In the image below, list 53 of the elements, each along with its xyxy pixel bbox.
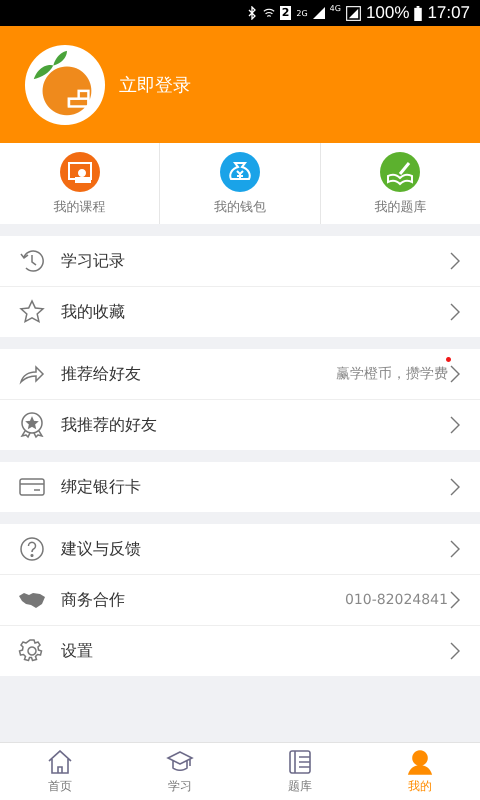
menu-item[interactable]: 我的收藏 — [0, 287, 480, 337]
menu-item[interactable]: 我推荐的好友 — [0, 400, 480, 450]
battery-percent: 100% — [366, 3, 410, 23]
star-icon — [18, 298, 46, 326]
shortcut-tile[interactable]: 我的钱包 — [160, 143, 321, 224]
menu-item[interactable]: 设置 — [0, 626, 480, 676]
medal-icon — [18, 411, 46, 439]
menu-label: 我推荐的好友 — [61, 414, 158, 436]
screen-icon — [60, 152, 100, 192]
menu-detail: 赢学橙币，攒学费 — [336, 365, 448, 383]
bluetooth-icon — [246, 6, 258, 20]
menu-detail: 010-82024841 — [344, 592, 448, 608]
fruit-logo-icon[interactable] — [24, 44, 106, 126]
network-label: 2G — [296, 8, 308, 18]
sim-indicator: 2 — [280, 6, 292, 20]
menu-item[interactable]: 商务合作 010-82024841 — [0, 575, 480, 626]
menu-label: 商务合作 — [61, 590, 126, 610]
person-icon — [406, 748, 434, 776]
menu-item[interactable]: 学习记录 — [0, 236, 480, 287]
chevron-right-icon — [450, 416, 460, 434]
menu-label: 设置 — [61, 640, 94, 662]
chevron-right-icon — [450, 252, 460, 270]
clock: 17:07 — [427, 3, 470, 23]
menu-label: 建议与反馈 — [61, 538, 142, 560]
menu-item[interactable]: 推荐给好友 赢学橙币，攒学费 — [0, 349, 480, 400]
chevron-right-icon — [450, 478, 460, 496]
wifi-icon — [262, 6, 275, 20]
book-pen-icon — [380, 152, 420, 192]
shortcut-tile[interactable]: 我的题库 — [320, 143, 480, 224]
chevron-right-icon — [450, 642, 460, 660]
nav-tab[interactable]: 首页 — [0, 743, 120, 800]
battery-icon — [414, 6, 422, 20]
nav-tab[interactable]: 题库 — [240, 743, 360, 800]
home-icon — [46, 748, 74, 776]
chevron-right-icon — [450, 591, 460, 609]
chevron-right-icon — [450, 540, 460, 558]
question-icon — [18, 535, 46, 563]
menu-item[interactable]: 绑定银行卡 — [0, 462, 480, 512]
signal-icon — [312, 6, 325, 20]
menu-item[interactable]: 建议与反馈 — [0, 524, 480, 575]
chevron-right-icon — [450, 365, 460, 383]
signal-icon — [346, 6, 361, 20]
network-label: 4G — [330, 4, 341, 13]
book-icon — [286, 748, 314, 776]
history-icon — [18, 247, 46, 275]
menu-label: 学习记录 — [61, 250, 126, 272]
menu-label: 我的收藏 — [61, 302, 126, 322]
nav-tab[interactable]: 学习 — [120, 743, 240, 800]
menu-label: 推荐给好友 — [61, 364, 142, 384]
money-bag-icon — [220, 152, 260, 192]
chevron-right-icon — [450, 303, 460, 321]
menu-label: 绑定银行卡 — [61, 476, 142, 498]
shortcut-tile[interactable]: 我的课程 — [0, 143, 160, 224]
